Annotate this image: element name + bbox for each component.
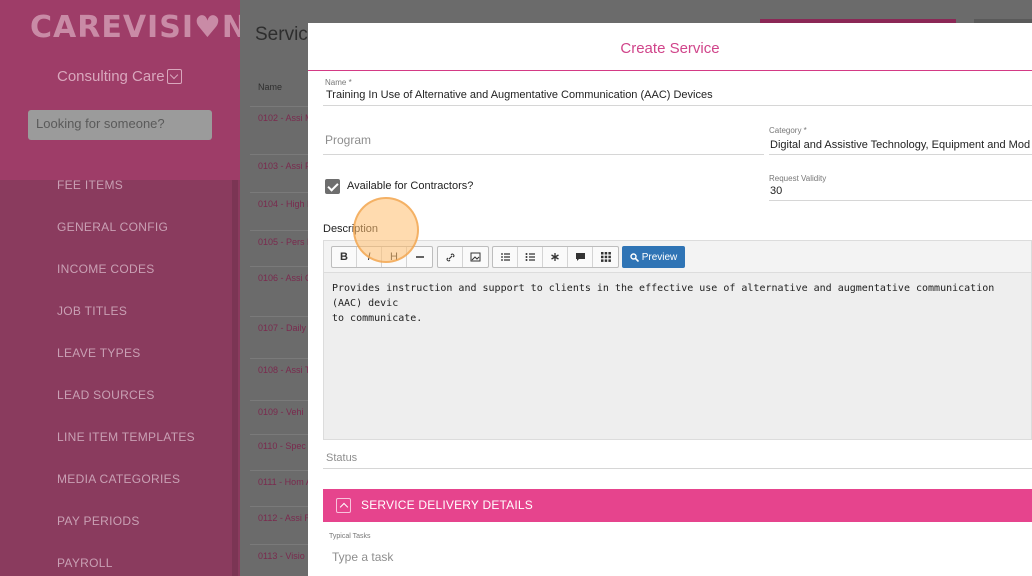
sidebar-item-pay-periods[interactable]: PAY PERIODS [0, 500, 240, 542]
sidebar-nav: FEE ITEMS GENERAL CONFIG INCOME CODES JO… [0, 164, 240, 576]
horizontal-rule-icon [415, 256, 424, 258]
description-textarea[interactable]: Provides instruction and support to clie… [324, 273, 1031, 334]
section-title: SERVICE DELIVERY DETAILS [361, 498, 533, 512]
program-select[interactable]: Program [325, 133, 371, 147]
table-row: 0105 - Pers Equipment [250, 230, 310, 266]
name-input[interactable]: Training In Use of Alternative and Augme… [326, 89, 713, 101]
create-service-modal: Create Service Name * Training In Use of… [308, 23, 1032, 576]
table-row: 0102 - Assi Maintain Er education [250, 106, 310, 154]
chevron-up-icon[interactable] [336, 498, 351, 513]
asterisk-icon [551, 253, 559, 261]
category-underline [769, 154, 1032, 155]
comment-icon [575, 253, 585, 261]
table-header-name: Name [258, 82, 283, 92]
carevision-logo: CAREVISI♥N [30, 10, 248, 45]
search-input[interactable]: Looking for someone? [28, 110, 212, 140]
sidebar-item-job-titles[interactable]: JOB TITLES [0, 290, 240, 332]
category-label: Category * [769, 126, 807, 135]
service-delivery-details-header[interactable]: SERVICE DELIVERY DETAILS [323, 489, 1032, 522]
image-button[interactable] [463, 247, 488, 267]
sidebar-scrollbar[interactable] [232, 180, 238, 576]
program-underline [323, 154, 764, 155]
sidebar-item-leave-types[interactable]: LEAVE TYPES [0, 332, 240, 374]
chevron-down-icon[interactable] [167, 69, 182, 84]
ordered-list-button[interactable] [493, 247, 518, 267]
modal-title: Create Service [308, 23, 1032, 71]
sidebar-item-general-config[interactable]: GENERAL CONFIG [0, 206, 240, 248]
description-editor: B I H [323, 240, 1032, 440]
bold-button[interactable]: B [332, 247, 357, 267]
sidebar-item-media-categories[interactable]: MEDIA CATEGORIES [0, 458, 240, 500]
typical-tasks-label: Typical Tasks [329, 533, 371, 540]
table-row: 0112 - Assi Recreation [250, 506, 310, 544]
ordered-list-icon [500, 253, 510, 261]
available-contractors-checkbox[interactable] [325, 179, 340, 194]
table-row: 0109 - Vehi [250, 400, 310, 434]
request-validity-underline [769, 200, 1032, 201]
grid-icon [600, 252, 611, 262]
available-contractors-label: Available for Contractors? [347, 180, 474, 192]
name-underline [323, 105, 1032, 106]
link-icon [445, 252, 455, 262]
sidebar-header: CAREVISI♥N Consulting Care Looking for s… [0, 0, 247, 180]
table-row: 0107 - Daily [250, 316, 310, 358]
services-table: 0102 - Assi Maintain Er education 0103 -… [250, 106, 310, 576]
asterisk-button[interactable] [543, 247, 568, 267]
name-label: Name * [325, 78, 352, 87]
table-row: 0108 - Assi Travel/Tran [250, 358, 310, 400]
comment-button[interactable] [568, 247, 593, 267]
click-indicator [353, 197, 419, 263]
list-group [492, 246, 619, 268]
search-icon [630, 252, 639, 262]
sidebar-item-line-item-templates[interactable]: LINE ITEM TEMPLATES [0, 416, 240, 458]
table-row: 0113 - Visio [250, 544, 310, 576]
table-row: 0110 - Spec Behaviour [250, 434, 310, 470]
category-select[interactable]: Digital and Assistive Technology, Equipm… [770, 139, 1030, 151]
status-select[interactable]: Status [326, 452, 357, 464]
preview-label: Preview [641, 251, 678, 263]
request-validity-input[interactable]: 30 [770, 185, 782, 197]
sidebar: CAREVISI♥N Consulting Care Looking for s… [0, 0, 247, 576]
typical-tasks-input[interactable]: Type a task [332, 550, 393, 564]
status-underline [323, 468, 1032, 469]
image-icon [470, 252, 481, 262]
sidebar-item-income-codes[interactable]: INCOME CODES [0, 248, 240, 290]
editor-toolbar: B I H [324, 241, 1031, 273]
unordered-list-icon [525, 253, 535, 261]
table-button[interactable] [593, 247, 618, 267]
table-row: 0104 - High Personal A [250, 192, 310, 230]
request-validity-label: Request Validity [769, 174, 827, 183]
preview-button[interactable]: Preview [622, 246, 685, 268]
table-row: 0111 - Hom And Constr [250, 470, 310, 506]
org-name[interactable]: Consulting Care [57, 68, 165, 85]
insert-group [437, 246, 489, 268]
sidebar-item-payroll[interactable]: PAYROLL [0, 542, 240, 576]
sidebar-item-fee-items[interactable]: FEE ITEMS [0, 164, 240, 206]
sidebar-item-lead-sources[interactable]: LEAD SOURCES [0, 374, 240, 416]
table-row: 0106 - Assi Or Managi Transitions [250, 266, 310, 316]
table-row: 0103 - Assi Personal C [250, 154, 310, 192]
unordered-list-button[interactable] [518, 247, 543, 267]
link-button[interactable] [438, 247, 463, 267]
